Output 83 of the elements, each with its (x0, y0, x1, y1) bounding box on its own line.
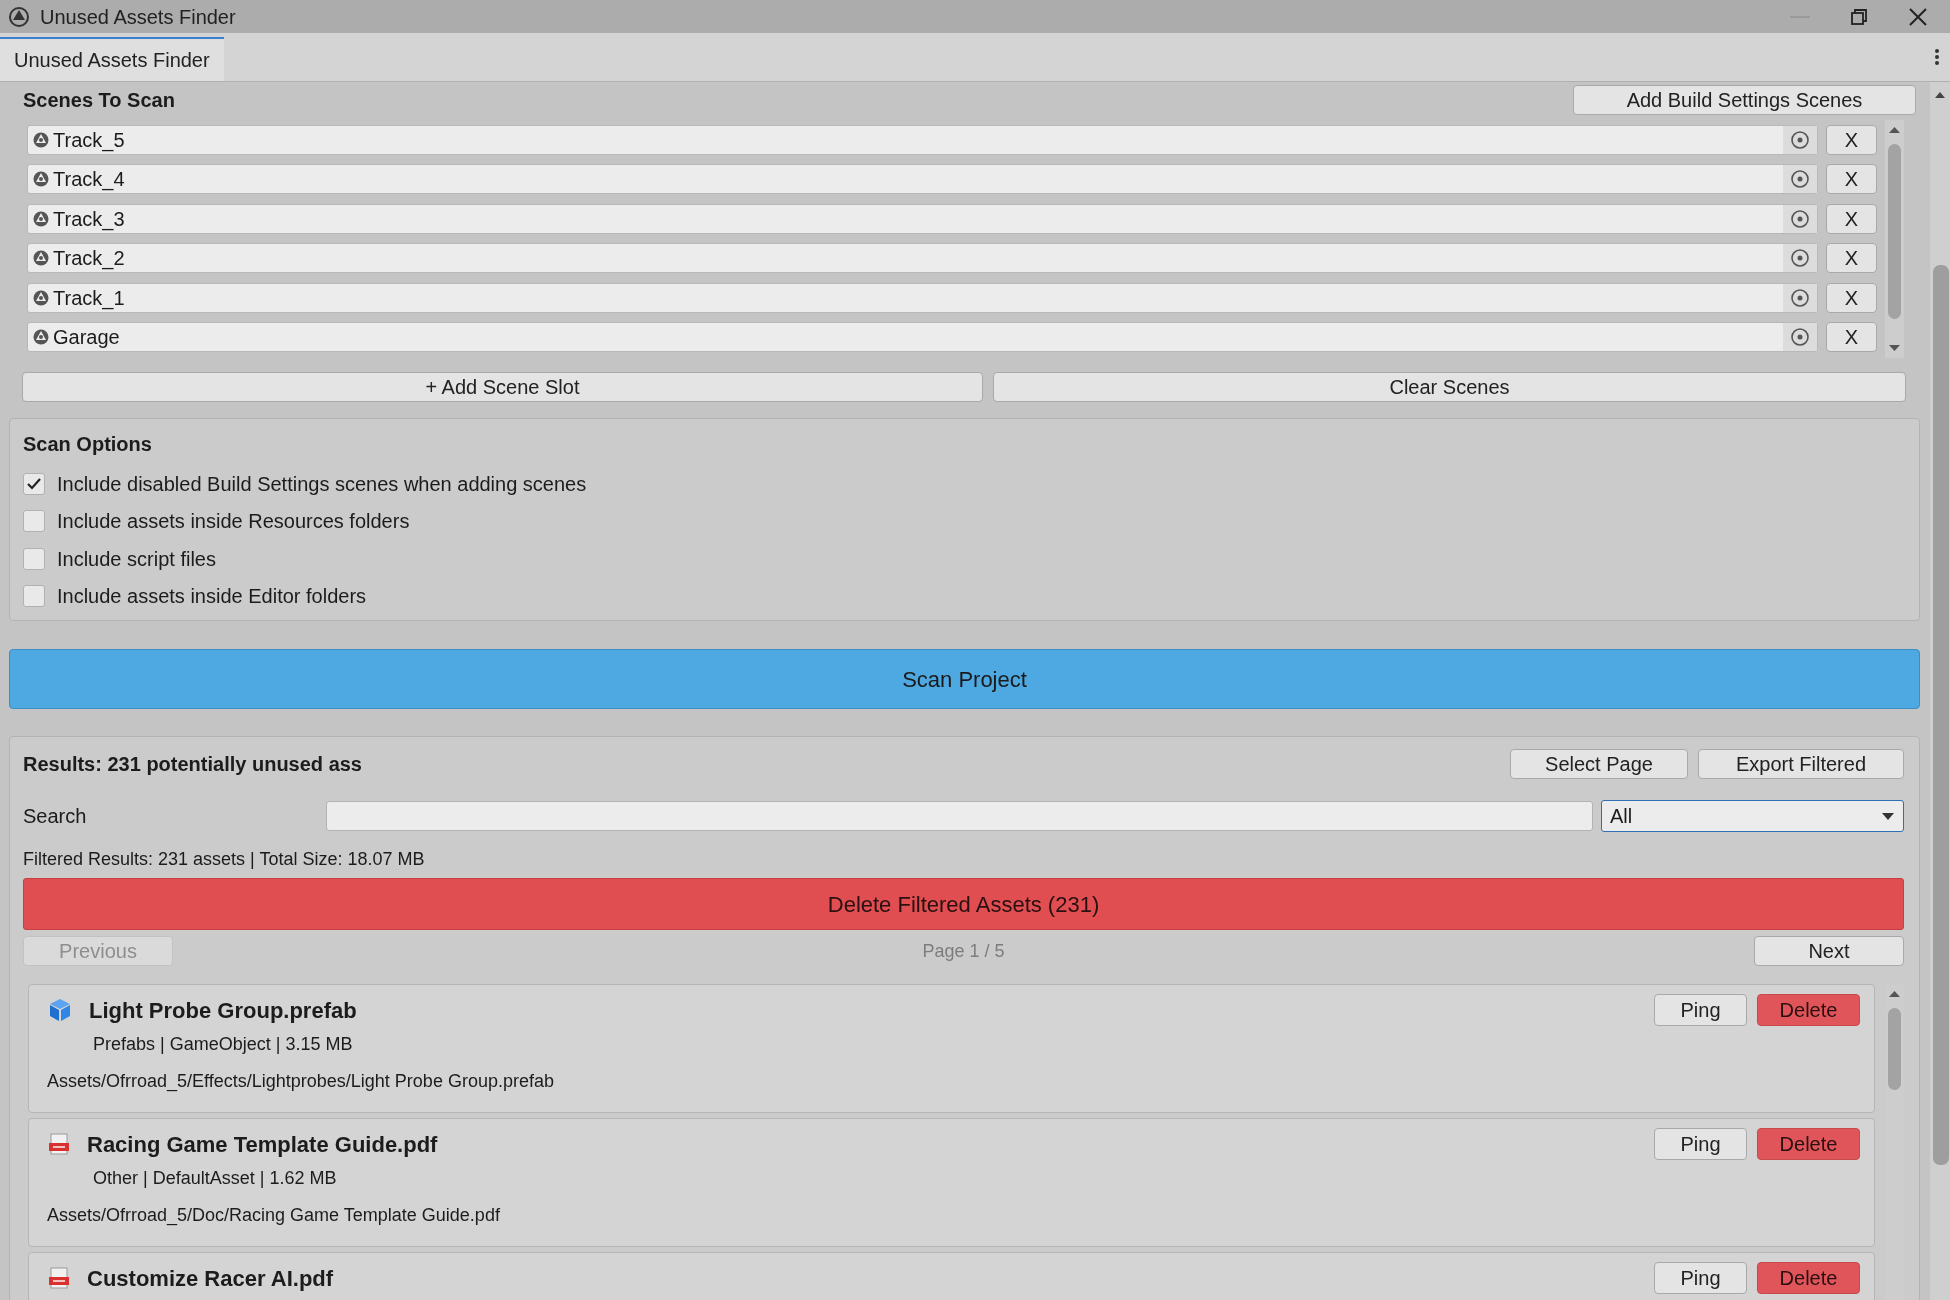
search-label: Search (23, 804, 88, 829)
delete-filtered-button[interactable]: Delete Filtered Assets (231) (23, 878, 1904, 930)
section-title: Scenes To Scan (23, 88, 175, 113)
search-field[interactable] (326, 801, 1593, 831)
scrollbar[interactable] (1885, 120, 1904, 358)
ping-button[interactable]: Ping (1654, 1128, 1747, 1160)
checkbox[interactable] (23, 472, 45, 495)
scene-field[interactable]: Track_4 (27, 164, 1818, 195)
scene-name: Track_1 (53, 285, 125, 312)
scene-field[interactable]: Track_1 (27, 282, 1818, 313)
scene-icon (32, 209, 50, 228)
scene-icon (32, 328, 50, 347)
checkbox[interactable] (23, 547, 45, 570)
more-icon[interactable] (1932, 47, 1942, 67)
window-title: Unused Assets Finder (40, 4, 236, 30)
delete-button[interactable]: Delete (1757, 1128, 1860, 1160)
checkbox[interactable] (23, 585, 45, 608)
ping-button[interactable]: Ping (1654, 1262, 1747, 1294)
scene-name: Track_5 (53, 127, 125, 154)
cube-icon (47, 997, 73, 1023)
pdf-icon (47, 1266, 71, 1290)
asset-details: Prefabs | GameObject | 3.15 MB (93, 1033, 354, 1056)
delete-button[interactable]: Delete (1757, 994, 1860, 1026)
scene-field[interactable]: Garage (27, 322, 1818, 353)
scroll-thumb[interactable] (1933, 265, 1949, 1165)
asset-details: Other | DefaultAsset | 1.62 MB (93, 1167, 338, 1190)
asset-name: Racing Game Template Guide.pdf (87, 1130, 438, 1159)
close-icon[interactable] (1908, 6, 1928, 27)
caret-icon (1881, 811, 1895, 821)
section-title: Scan Options (23, 432, 153, 457)
page-indicator: Page 1 / 5 (922, 939, 1005, 963)
type-dropdown[interactable]: All (1601, 800, 1904, 832)
scene-name: Track_3 (53, 206, 125, 233)
next-button[interactable]: Next (1754, 936, 1904, 966)
scene-name: Track_4 (53, 167, 125, 193)
add-build-scenes-button[interactable]: Add Build Settings Scenes (1573, 85, 1916, 115)
remove-scene-button[interactable]: X (1826, 164, 1877, 195)
scene-field[interactable]: Track_2 (27, 243, 1818, 274)
target-icon[interactable] (1790, 248, 1810, 269)
option-label: Include disabled Build Settings scenes when adding scenes (57, 471, 587, 497)
scene-icon (32, 170, 50, 189)
scene-field[interactable]: Track_5 (27, 124, 1818, 155)
option-label: Include script files (57, 546, 216, 572)
scene-icon (32, 130, 50, 149)
target-icon[interactable] (1790, 327, 1810, 348)
scene-field[interactable]: Track_3 (27, 203, 1818, 234)
target-icon[interactable] (1790, 129, 1810, 150)
target-icon[interactable] (1790, 169, 1810, 190)
ping-button[interactable]: Ping (1654, 994, 1747, 1026)
option-label: Include assets inside Editor folders (57, 584, 367, 610)
scene-icon (32, 249, 50, 268)
scan-project-button[interactable]: Scan Project (9, 649, 1920, 709)
checkbox[interactable] (23, 510, 45, 533)
remove-scene-button[interactable]: X (1826, 322, 1877, 353)
asset-name: Customize Racer AI.pdf (87, 1264, 334, 1293)
app-icon (8, 5, 30, 28)
delete-button[interactable]: Delete (1757, 1262, 1860, 1294)
select-page-button[interactable]: Select Page (1510, 749, 1688, 779)
target-icon[interactable] (1790, 208, 1810, 229)
asset-path: Assets/Ofrroad_5/Effects/Lightprobes/Light Probe Group.prefab (47, 1070, 555, 1094)
scroll-thumb[interactable] (1888, 1008, 1901, 1090)
restore-icon[interactable] (1850, 7, 1868, 26)
asset-name: Light Probe Group.prefab (89, 996, 357, 1025)
scene-name: Garage (53, 325, 120, 351)
tab[interactable]: Unused Assets Finder (0, 37, 224, 81)
scrollbar[interactable] (1930, 82, 1950, 1300)
remove-scene-button[interactable]: X (1826, 124, 1877, 155)
add-scene-slot-button[interactable]: + Add Scene Slot (22, 372, 983, 402)
scroll-thumb[interactable] (1888, 144, 1901, 319)
target-icon[interactable] (1790, 287, 1810, 308)
results-title: Results: 231 potentially unused ass (23, 752, 362, 777)
pdf-icon (47, 1132, 71, 1156)
remove-scene-button[interactable]: X (1826, 203, 1877, 234)
export-filtered-button[interactable]: Export Filtered (1698, 749, 1904, 779)
clear-scenes-button[interactable]: Clear Scenes (993, 372, 1906, 402)
asset-path: Assets/Ofrroad_5/Doc/Racing Game Template Guide.pdf (47, 1204, 501, 1228)
dropdown-value: All (1610, 804, 1633, 829)
results-summary: Filtered Results: 231 assets | Total Size: 18.07 MB (23, 848, 426, 871)
remove-scene-button[interactable]: X (1826, 243, 1877, 274)
scene-icon (32, 288, 50, 307)
remove-scene-button[interactable]: X (1826, 282, 1877, 313)
option-label: Include assets inside Resources folders (57, 509, 410, 535)
scene-name: Track_2 (53, 246, 125, 272)
